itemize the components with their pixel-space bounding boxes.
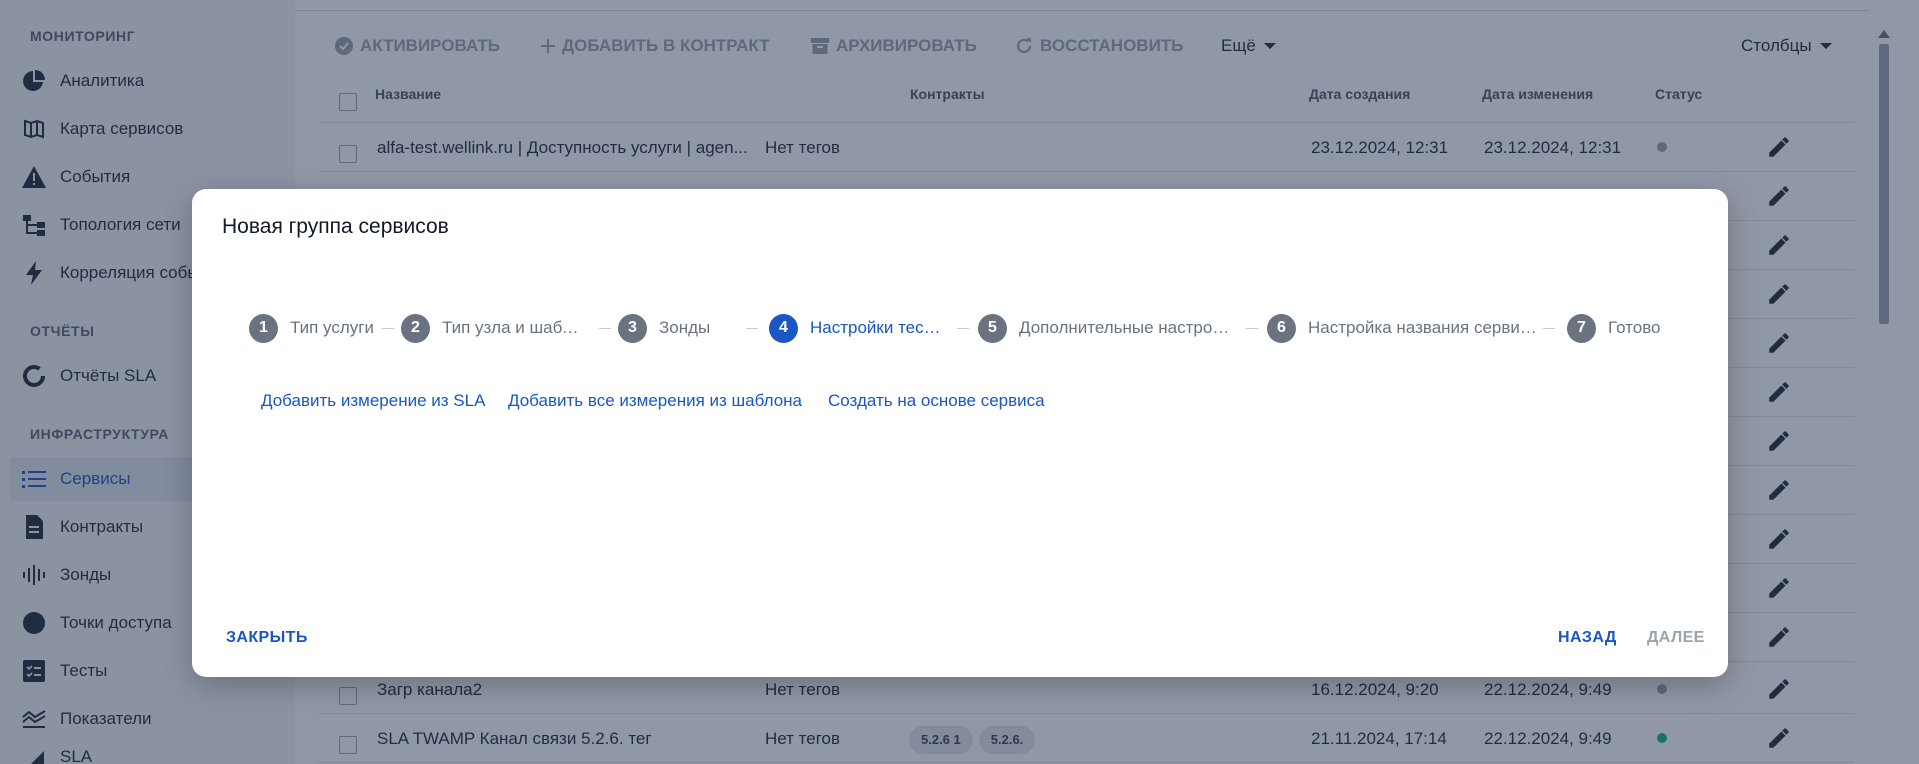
add-from-sla-link[interactable]: Добавить измерение из SLA bbox=[261, 391, 485, 411]
step-connector bbox=[957, 328, 969, 329]
dialog-title: Новая группа сервисов bbox=[222, 215, 449, 238]
step-2[interactable]: 2 Тип узла и шаблона bbox=[401, 313, 591, 343]
step-connector bbox=[746, 328, 758, 329]
step-label: Тип услуги bbox=[290, 318, 374, 337]
step-number: 4 bbox=[769, 313, 798, 343]
step-label: Готово bbox=[1608, 318, 1661, 337]
step-label: Зонды bbox=[659, 318, 711, 337]
step-7[interactable]: 7 Готово bbox=[1567, 313, 1687, 343]
step-connector bbox=[1246, 328, 1258, 329]
step-number: 6 bbox=[1267, 313, 1296, 343]
step-3[interactable]: 3 Зонды bbox=[618, 313, 748, 343]
step-number: 7 bbox=[1567, 313, 1596, 343]
step-1[interactable]: 1 Тип услуги bbox=[249, 313, 374, 343]
step-number: 2 bbox=[401, 313, 430, 343]
stepper: 1 Тип услуги 2 Тип узла и шаблона 3 Зонд… bbox=[249, 313, 1689, 343]
step-6[interactable]: 6 Настройка названия сервиса bbox=[1267, 313, 1537, 343]
step-number: 5 bbox=[978, 313, 1007, 343]
create-from-service-link[interactable]: Создать на основе сервиса bbox=[828, 391, 1045, 411]
new-service-group-dialog: Новая группа сервисов 1 Тип услуги 2 Тип… bbox=[192, 189, 1728, 677]
step-number: 3 bbox=[618, 313, 647, 343]
step-label: Дополнительные настройки bbox=[1019, 318, 1233, 337]
step-4[interactable]: 4 Настройки тестов bbox=[769, 313, 949, 343]
step-connector bbox=[1543, 328, 1555, 329]
step-connector bbox=[599, 328, 611, 329]
back-button[interactable]: Назад bbox=[1558, 629, 1617, 647]
step-label: Тип узла и шаблона bbox=[442, 318, 588, 337]
add-all-from-template-link[interactable]: Добавить все измерения из шаблона bbox=[508, 391, 802, 411]
step-label: Настройки тестов bbox=[810, 318, 944, 337]
close-button[interactable]: Закрыть bbox=[226, 629, 308, 647]
next-button[interactable]: Далее bbox=[1647, 629, 1705, 647]
step-5[interactable]: 5 Дополнительные настройки bbox=[978, 313, 1238, 343]
step-number: 1 bbox=[249, 313, 278, 343]
step-connector bbox=[382, 328, 394, 329]
step-label: Настройка названия сервиса bbox=[1308, 318, 1537, 337]
